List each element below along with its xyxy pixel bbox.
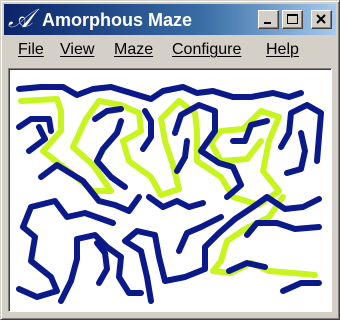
menu-help[interactable]: Help xyxy=(266,40,299,60)
menu-bar: File View Maze Configure Help xyxy=(4,37,336,63)
close-button[interactable] xyxy=(311,10,332,29)
menu-file[interactable]: File xyxy=(18,40,44,60)
close-icon xyxy=(316,14,326,24)
maze-canvas[interactable] xyxy=(8,68,332,312)
minimize-icon xyxy=(264,22,271,24)
maximize-icon xyxy=(287,14,298,24)
menu-maze[interactable]: Maze xyxy=(114,40,153,60)
app-window: 𝒜 Amorphous Maze File View Maze Configur… xyxy=(0,0,340,320)
window-title: Amorphous Maze xyxy=(42,10,193,30)
maze-drawing xyxy=(16,84,324,304)
minimize-button[interactable] xyxy=(258,10,279,29)
menu-configure[interactable]: Configure xyxy=(172,40,241,60)
script-a-icon[interactable]: 𝒜 xyxy=(8,6,33,32)
menu-view[interactable]: View xyxy=(60,40,94,60)
solution-path xyxy=(18,96,318,278)
title-bar[interactable]: 𝒜 Amorphous Maze xyxy=(4,4,336,35)
maximize-button[interactable] xyxy=(282,10,303,29)
